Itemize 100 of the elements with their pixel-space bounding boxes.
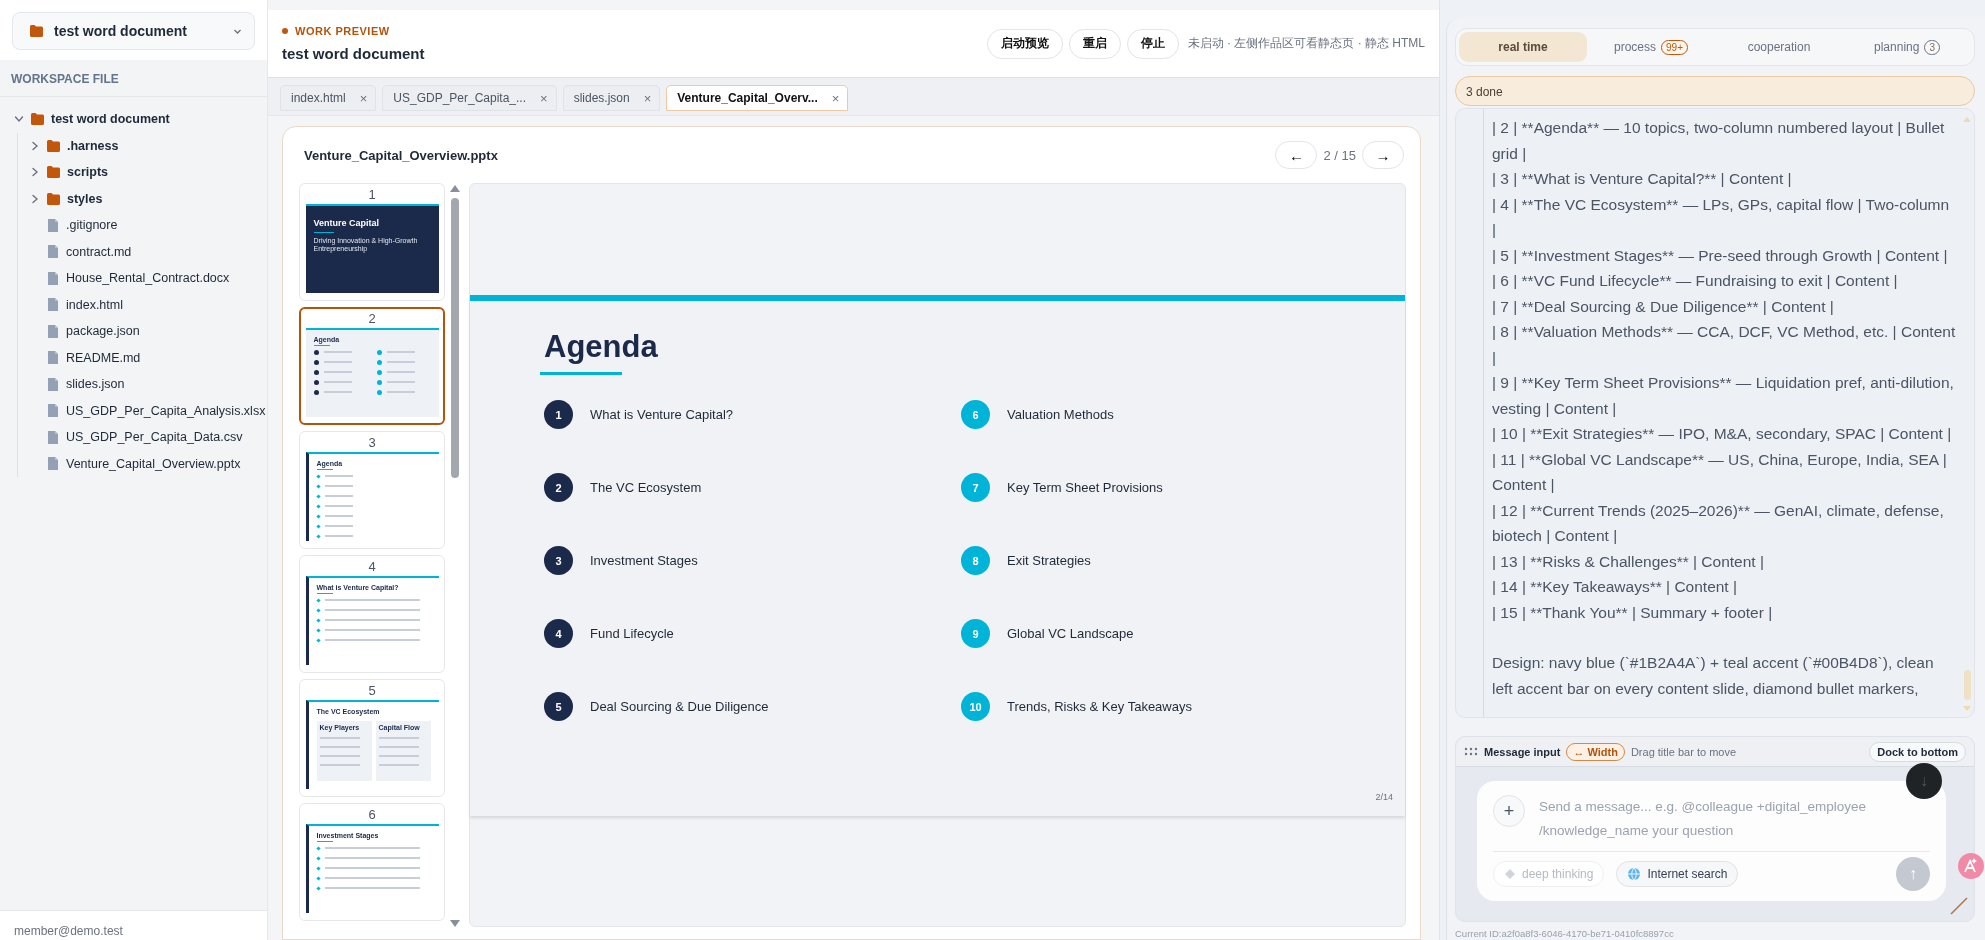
option-toggle[interactable]: Internet search (1616, 861, 1739, 887)
message-text: | 2 | **Agenda** — 10 topics, two-column numbered layout | Bullet grid | (1492, 118, 1946, 164)
agenda-item: Investment Stages (590, 553, 698, 568)
page-number: 2/14 (1375, 791, 1393, 802)
file-tab[interactable]: US_GDP_Per_Capita_... × (382, 85, 557, 111)
slide-number: 1 (368, 187, 376, 202)
message-text: | 5 | **Investment Stages** — Pre-seed through Growth | Content | (1492, 245, 1949, 266)
message-text: | 10 | **Exit Strategies** — IPO, M&A, secondary, SPAC | Content | (1492, 424, 1953, 444)
close-button[interactable]: × (540, 90, 548, 106)
file-tree-item[interactable]: Venture_Capital_Overview.pptx (30, 450, 267, 477)
folder-icon (46, 191, 61, 206)
slide-number: 6 (368, 807, 376, 822)
slide-number: 2 (368, 311, 376, 326)
file-tree-item[interactable]: US_GDP_Per_Capita_Analysis.xlsx (30, 397, 267, 424)
panel-title: Message input (1484, 745, 1561, 758)
number-badge: 7 (961, 473, 990, 502)
message-text: | 7 | **Deal Sourcing & Due Diligence** | Content | (1492, 296, 1835, 317)
count-badge: 99+ (1661, 39, 1688, 55)
panel-tab[interactable]: real time (1459, 32, 1587, 62)
agenda-item: Exit Strategies (1007, 553, 1091, 568)
slide-title: Venture Capital (313, 218, 381, 228)
panel-tab[interactable]: planning 3 (1843, 32, 1971, 62)
status-text: 未启动 · 左侧作品区可看静态页 · 静态 HTML (1187, 35, 1425, 52)
file-icon (46, 297, 60, 313)
file-icon (46, 270, 60, 286)
file-tab[interactable]: Venture_Capital_Overv... × (666, 85, 849, 111)
file-tree-item[interactable]: styles (30, 185, 267, 212)
close-button[interactable]: × (643, 90, 652, 106)
file-tree-item[interactable]: package.json (30, 318, 267, 345)
close-button[interactable]: × (359, 90, 368, 106)
number-badge: 6 (961, 400, 990, 429)
agenda-item: Key Term Sheet Provisions (1007, 480, 1163, 495)
message-text: | 4 | **The VC Ecosystem** — LPs, GPs, capital flow | Two-column | (1492, 194, 1951, 240)
session-id: Current ID:a2f0a8f3-6046-4170-be71-0410fc8897cc (1455, 927, 1675, 939)
dock-button[interactable]: Dock to bottom (1869, 741, 1966, 762)
count-badge: 3 (1924, 39, 1940, 55)
slide-title: Agenda (544, 328, 659, 365)
slide-number: 5 (368, 683, 376, 698)
agenda-item: Fund Lifecycle (590, 626, 674, 641)
drag-handle-icon (1464, 747, 1478, 756)
file-icon (46, 350, 60, 366)
action-button[interactable]: 重启 (1068, 28, 1121, 59)
message-text: | 3 | **What is Venture Capital?** | Content | (1492, 169, 1793, 189)
slide-number: 3 (368, 435, 376, 450)
file-tree-item[interactable]: US_GDP_Per_Capita_Data.csv (30, 424, 267, 451)
file-icon (46, 217, 60, 233)
number-badge: 8 (961, 546, 990, 575)
file-tree-item[interactable]: slides.json (30, 371, 267, 398)
previous-button[interactable]: ← (1275, 141, 1318, 169)
file-tree-item[interactable]: .gitignore (30, 212, 267, 239)
message-text: | 15 | **Thank You** | Summary + footer | (1492, 602, 1774, 623)
file-tree-item[interactable]: .harness (30, 132, 267, 159)
folder-icon (46, 165, 61, 180)
number-badge: 10 (961, 692, 990, 721)
diamond-icon (1504, 868, 1516, 880)
file-tree-item[interactable]: scripts (30, 159, 267, 186)
file-tree-item[interactable]: index.html (30, 291, 267, 318)
folder-icon (30, 112, 45, 127)
folder-icon (46, 138, 61, 153)
folder-icon (29, 24, 44, 38)
number-badge: 3 (544, 546, 573, 575)
agenda-item: The VC Ecosystem (590, 480, 702, 495)
agenda-item: Deal Sourcing & Due Diligence (590, 699, 769, 714)
workspace-selector[interactable]: test word document (12, 12, 255, 50)
file-tab[interactable]: slides.json × (562, 85, 661, 111)
panel-tab[interactable]: process 99+ (1587, 32, 1715, 62)
file-tree-item[interactable]: README.md (30, 344, 267, 371)
file-name: Venture_Capital_Overview.pptx (304, 147, 498, 163)
panel-tab[interactable]: cooperation (1715, 32, 1843, 62)
number-badge: 2 (544, 473, 573, 502)
file-tree-item[interactable]: contract.md (30, 238, 267, 265)
user-email: member@demo.test (14, 924, 123, 938)
file-icon (46, 429, 60, 445)
section-label: WORK PREVIEW (295, 25, 390, 37)
agenda-item: Global VC Landscape (1007, 626, 1134, 641)
action-button[interactable]: 停止 (1126, 28, 1179, 59)
file-tree-item[interactable]: House_Rental_Contract.docx (30, 265, 267, 292)
action-button[interactable]: 启动预览 (986, 28, 1063, 59)
file-icon (46, 403, 60, 419)
translate-icon (1957, 852, 1985, 880)
next-button[interactable]: → (1362, 141, 1404, 169)
close-button[interactable]: × (831, 90, 840, 106)
message-text: Design: navy blue (`#1B2A4A`) + teal accent (`#00B4D8`), clean left accent bar on every content slide, diamond bullet markers, (1492, 653, 1935, 699)
attach-button[interactable]: + (1493, 795, 1525, 827)
agenda-item: Trends, Risks & Key Takeaways (1007, 699, 1192, 714)
progress-banner: 3 done (1455, 76, 1975, 106)
file-tab[interactable]: index.html × (280, 85, 377, 111)
hint-text: Drag title bar to move (1630, 745, 1738, 758)
message-text: | 11 | **Global VC Landscape** — US, China, Europe, India, SEA | Content | (1492, 449, 1948, 495)
number-badge: 5 (544, 692, 573, 721)
section-heading: WORKSPACE FILE (0, 60, 267, 97)
resize-handle-icon (1950, 897, 1968, 915)
globe-icon (1627, 867, 1642, 881)
file-icon (46, 244, 60, 260)
file-icon (46, 456, 60, 472)
file-tree-item[interactable]: test word document (14, 106, 267, 133)
message-text: | 12 | **Current Trends (2025–2026)** — GenAI, climate, defense, biotech | Content | (1492, 500, 1945, 546)
message-text: | 13 | **Risks & Challenges** | Content | (1492, 551, 1765, 572)
width-button[interactable]: ↔ Width (1566, 742, 1625, 761)
agenda-item: Valuation Methods (1007, 407, 1114, 422)
